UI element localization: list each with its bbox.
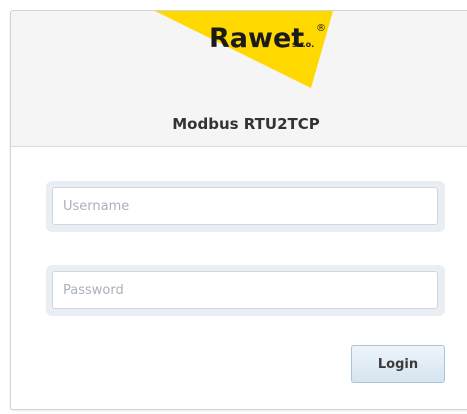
password-field-wrapper [46,265,445,316]
logo-registered-mark: ® [316,23,326,34]
logo-word: Rawet [209,23,304,54]
rawet-logo: Rawet s.r.o. ® [11,11,467,91]
login-page: Rawet s.r.o. ® Modbus RTU2TCP Login [0,0,467,414]
username-field-wrapper [46,181,445,232]
password-input[interactable] [52,271,438,309]
login-button[interactable]: Login [351,345,445,383]
login-card: Rawet s.r.o. ® Modbus RTU2TCP Login [10,10,467,410]
card-header: Rawet s.r.o. ® Modbus RTU2TCP [11,11,467,147]
page-title: Modbus RTU2TCP [172,115,320,133]
username-input[interactable] [52,187,438,225]
logo-suffix: s.r.o. [292,40,314,49]
